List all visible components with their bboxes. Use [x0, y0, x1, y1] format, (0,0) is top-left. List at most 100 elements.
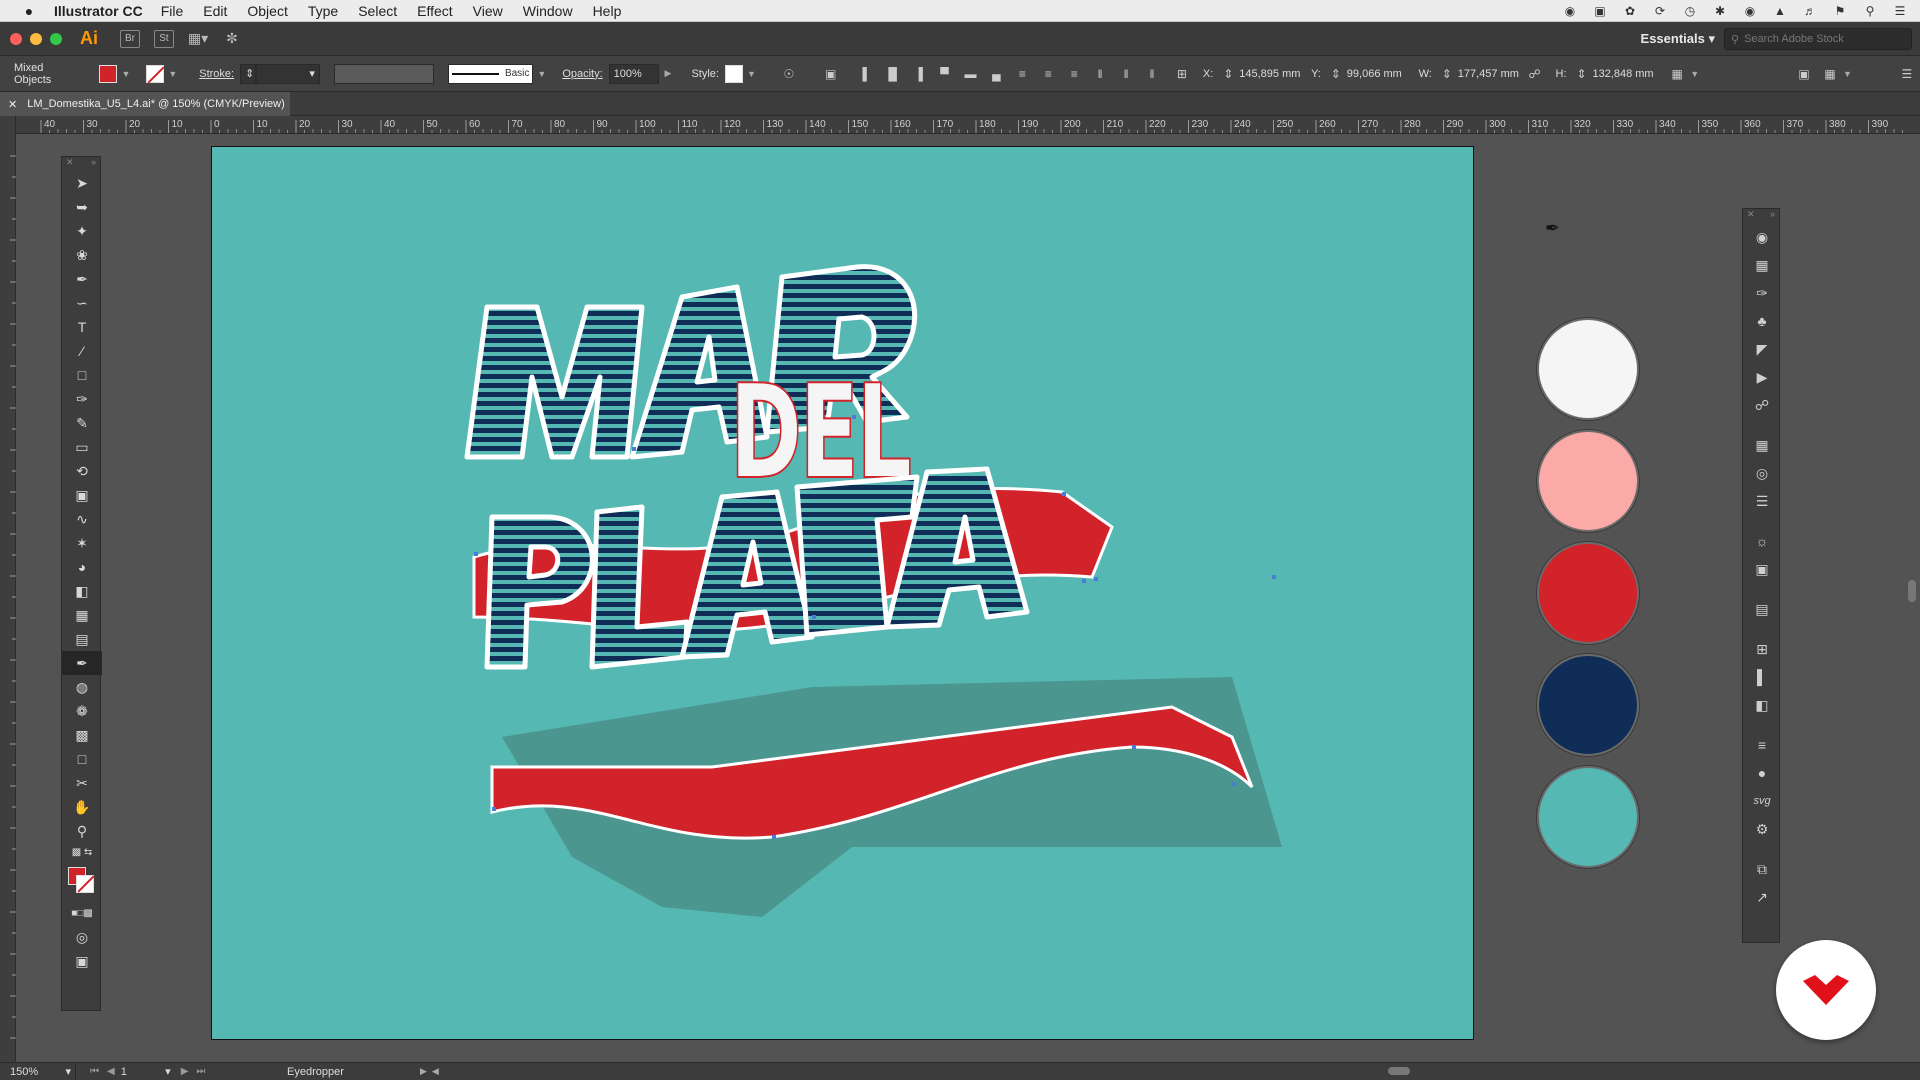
eyedropper-tool-icon[interactable]: ✒ — [62, 651, 102, 675]
spotlight-icon[interactable]: ⚲ — [1862, 4, 1878, 18]
align-center-icon[interactable]: █ — [884, 65, 902, 83]
color-panel-icon[interactable]: ◉ — [1743, 223, 1781, 251]
color-mode-icon[interactable]: ■□▩ — [62, 901, 102, 925]
column-graph-tool-icon[interactable]: ▩ — [62, 723, 102, 747]
actions-panel-icon[interactable]: ▶ — [1743, 363, 1781, 391]
menu-view[interactable]: View — [473, 3, 503, 19]
arrange-documents-icon[interactable]: ▦▾ — [188, 30, 208, 48]
perspective-grid-tool-icon[interactable]: ◧ — [62, 579, 102, 603]
zoom-tool-icon[interactable]: ⚲ — [62, 819, 102, 843]
shape-builder-tool-icon[interactable]: ◕ — [62, 555, 102, 579]
symbol-sprayer-tool-icon[interactable]: ❁ — [62, 699, 102, 723]
lettering-artwork[interactable]: DEL — [212, 147, 1474, 1040]
stroke-label[interactable]: Stroke: — [199, 68, 234, 80]
svg-interactivity-icon[interactable]: svg — [1743, 787, 1781, 815]
layers-panel-icon[interactable]: ☰ — [1743, 487, 1781, 515]
scale-tool-icon[interactable]: ▣ — [62, 483, 102, 507]
airplay-icon[interactable]: ▲ — [1772, 4, 1788, 18]
export-panel-icon[interactable]: ↗ — [1743, 883, 1781, 911]
constrain-proportions-icon[interactable]: ☍ — [1526, 65, 1544, 83]
vertical-scroll-thumb[interactable] — [1908, 580, 1916, 602]
libraries-panel-icon[interactable]: ▦ — [1743, 431, 1781, 459]
menu-effect[interactable]: Effect — [417, 3, 453, 19]
last-artboard-icon[interactable]: ⏭ — [196, 1066, 205, 1077]
previous-artboard-icon[interactable]: ◀ — [107, 1066, 115, 1077]
chevron-down-icon[interactable]: ▼ — [121, 69, 130, 79]
distribute-bottom-icon[interactable]: ≡ — [1065, 65, 1083, 83]
chevron-down-icon[interactable]: ▼ — [1843, 69, 1852, 79]
graphic-style-swatch[interactable] — [724, 64, 743, 83]
warp-tool-icon[interactable]: ∿ — [62, 507, 102, 531]
recolor-artwork-icon[interactable]: ☉ — [780, 65, 798, 83]
opacity-label[interactable]: Opacity: — [562, 68, 602, 80]
distribute-left-icon[interactable]: ‖ — [1091, 65, 1109, 83]
stroke-weight-field[interactable]: ▾ — [256, 63, 320, 84]
swatches-panel-icon[interactable]: ◤ — [1743, 335, 1781, 363]
transform-options-icon[interactable]: ▦ — [1668, 65, 1686, 83]
lasso-tool-icon[interactable]: ❀ — [62, 243, 102, 267]
gradient-tool-icon[interactable]: ▤ — [62, 627, 102, 651]
type-tool-icon[interactable]: T — [62, 315, 102, 339]
sync-icon[interactable]: ⟳ — [1652, 4, 1668, 18]
align-left-icon[interactable]: ▌ — [858, 65, 876, 83]
paintbrush-tool-icon[interactable]: ✑ — [62, 387, 102, 411]
magic-wand-tool-icon[interactable]: ✦ — [62, 219, 102, 243]
volume-icon[interactable]: ♬ — [1802, 4, 1818, 18]
pathfinder-panel-icon[interactable]: ◧ — [1743, 691, 1781, 719]
chevron-down-icon[interactable]: ▼ — [168, 69, 177, 79]
artboard-number-dropdown[interactable]: 1 ▾ — [121, 1065, 171, 1079]
artboards-panel-icon[interactable]: ⧉ — [1743, 855, 1781, 883]
horizontal-ruler[interactable]: 40 30 20 10 0 10 20 30 40 50 60 70 80 90 100 110 120 130 1… — [16, 116, 1920, 134]
character-styles-icon[interactable]: ● — [1743, 759, 1781, 787]
brush-definition-dropdown[interactable]: Basic — [447, 63, 534, 84]
mesh-tool-icon[interactable]: ▦ — [62, 603, 102, 627]
reference-point-icon[interactable]: ⊞ — [1173, 65, 1191, 83]
wifi-icon[interactable]: ◉ — [1742, 4, 1758, 18]
docked-panels-header[interactable]: ✕» — [1743, 209, 1779, 223]
chevron-down-icon[interactable]: ▼ — [537, 69, 546, 79]
stroke-color-swatch[interactable] — [146, 64, 165, 83]
x-position-field[interactable]: 145,895 mm — [1239, 64, 1303, 84]
workspace-switcher[interactable]: Essentials ▾ — [1641, 31, 1715, 47]
swatch-red[interactable] — [1537, 542, 1639, 644]
height-field[interactable]: 132,848 mm — [1592, 64, 1656, 84]
horizontal-scroll-thumb[interactable] — [1388, 1067, 1410, 1075]
links-panel-icon[interactable]: ☍ — [1743, 391, 1781, 419]
vertical-scrollbar[interactable] — [1904, 134, 1920, 1062]
width-field[interactable]: 177,457 mm — [1458, 64, 1522, 84]
notification-center-icon[interactable]: ☰ — [1892, 4, 1908, 18]
align-middle-icon[interactable]: ▬ — [961, 65, 979, 83]
y-position-field[interactable]: 99,066 mm — [1347, 64, 1411, 84]
artboard-tool-icon[interactable]: □ — [62, 747, 102, 771]
paragraph-panel-icon[interactable]: ≡ — [1743, 731, 1781, 759]
record-icon[interactable]: ◉ — [1562, 4, 1578, 18]
collapse-panel-icon[interactable]: » — [91, 157, 96, 171]
minimize-window-button[interactable] — [30, 32, 42, 45]
direct-selection-tool-icon[interactable]: ➥ — [62, 195, 102, 219]
x-stepper-icon[interactable]: ⇕ — [1219, 65, 1237, 83]
menu-window[interactable]: Window — [523, 3, 573, 19]
symbols-panel-icon[interactable]: ♣ — [1743, 307, 1781, 335]
pen-tool-icon[interactable]: ✒ — [62, 267, 102, 291]
swatch-white[interactable] — [1537, 318, 1639, 420]
align-top-icon[interactable]: ▀ — [936, 65, 954, 83]
bridge-button[interactable]: Br — [120, 29, 140, 48]
creative-cloud-icon[interactable]: ✿ — [1622, 4, 1638, 18]
zoom-level-dropdown[interactable]: 150% ▾ — [6, 1063, 76, 1080]
menu-select[interactable]: Select — [358, 3, 397, 19]
close-tab-icon[interactable]: ✕ — [8, 98, 17, 111]
stroke-weight-stepper[interactable]: ⇕ — [240, 63, 257, 84]
default-fill-stroke-icon[interactable]: ▩ ⇆ — [62, 843, 102, 861]
blend-tool-icon[interactable]: ◍ — [62, 675, 102, 699]
asset-export-icon[interactable]: ⚙ — [1743, 815, 1781, 843]
align-right-icon[interactable]: ▐ — [910, 65, 928, 83]
chevron-down-icon[interactable]: ▼ — [1690, 69, 1699, 79]
transparency-panel-icon[interactable]: ▣ — [1743, 555, 1781, 583]
distribute-center-icon[interactable]: ‖ — [1117, 65, 1135, 83]
opacity-field[interactable]: 100% — [608, 63, 659, 84]
rotate-tool-icon[interactable]: ⟲ — [62, 459, 102, 483]
selection-tool-icon[interactable]: ➤ — [62, 171, 102, 195]
stock-button[interactable]: St — [154, 29, 174, 48]
line-segment-tool-icon[interactable]: ⁄ — [62, 339, 102, 363]
stroke-swatch[interactable] — [76, 875, 94, 893]
